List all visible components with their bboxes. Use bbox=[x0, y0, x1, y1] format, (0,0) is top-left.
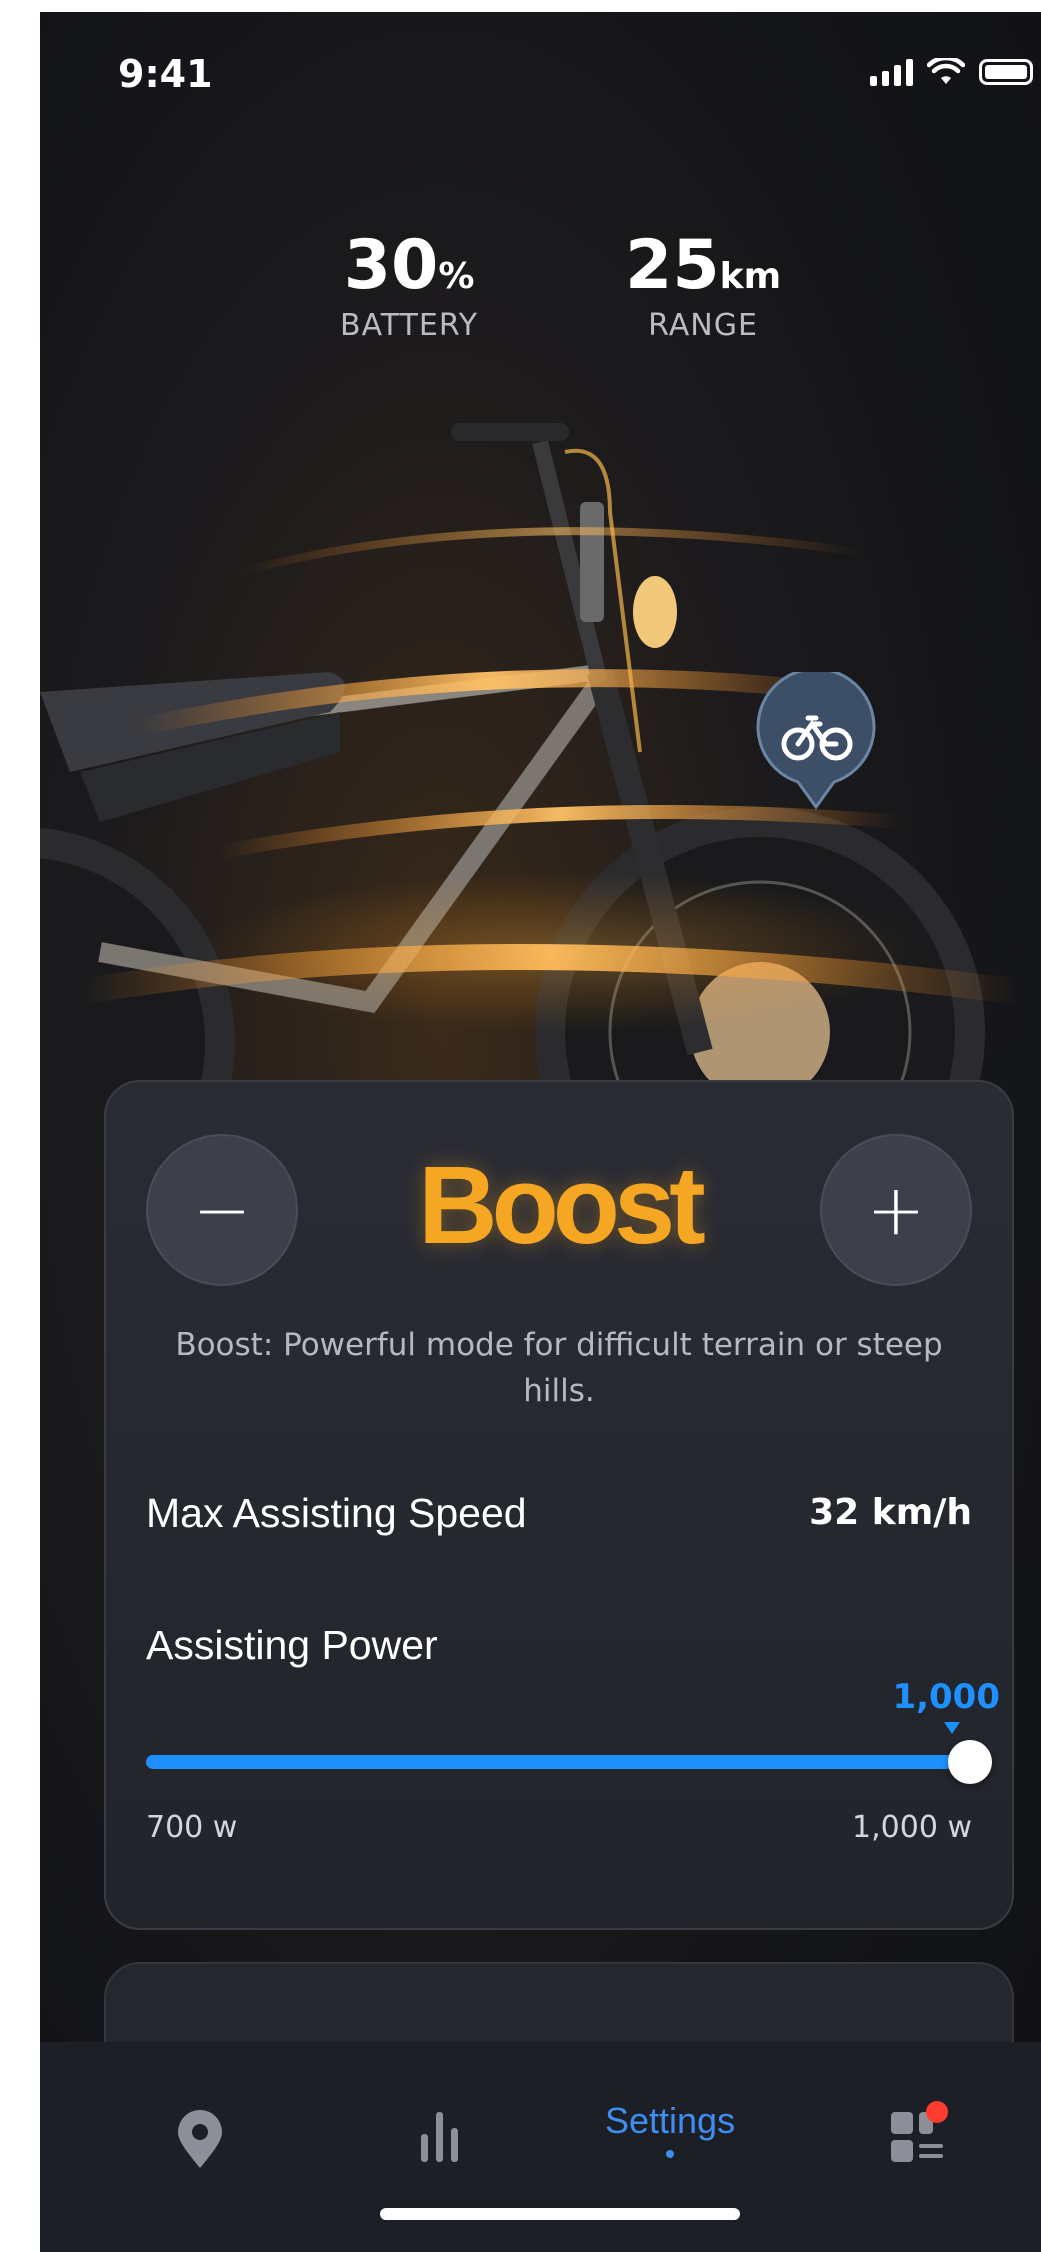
range-stat: 25km RANGE bbox=[625, 232, 782, 344]
bike-location-marker[interactable] bbox=[756, 672, 876, 812]
signal-icon bbox=[870, 58, 913, 86]
battery-label: BATTERY bbox=[340, 308, 479, 343]
power-slider-value: 1,000 bbox=[892, 1677, 1000, 1717]
range-label: RANGE bbox=[648, 308, 758, 343]
mode-card: − Boost + Boost: Powerful mode for diffi… bbox=[104, 1080, 1014, 1930]
tab-settings[interactable]: Settings bbox=[605, 2100, 735, 2158]
status-time: 9:41 bbox=[118, 52, 213, 96]
slider-caret-icon bbox=[944, 1722, 960, 1734]
range-value: 25 bbox=[625, 226, 720, 305]
power-slider-thumb[interactable] bbox=[948, 1740, 992, 1784]
assisting-power-label: Assisting Power bbox=[146, 1622, 438, 1668]
ebike-illustration bbox=[40, 423, 1022, 1172]
power-max-label: 1,000 w bbox=[852, 1810, 972, 1845]
mode-description: Boost: Powerful mode for difficult terra… bbox=[175, 1327, 943, 1409]
battery-value: 30 bbox=[343, 226, 439, 305]
apps-icon[interactable] bbox=[885, 2098, 955, 2168]
home-indicator bbox=[380, 2208, 740, 2220]
range-unit: km bbox=[719, 256, 782, 297]
tab-bar: Settings bbox=[40, 2042, 1041, 2252]
increase-mode-button[interactable]: + bbox=[820, 1134, 972, 1286]
battery-unit: % bbox=[438, 256, 475, 297]
max-speed-label: Max Assisting Speed bbox=[146, 1490, 527, 1536]
tab-settings-label: Settings bbox=[605, 2100, 736, 2141]
max-speed-value: 32 km/h bbox=[809, 1492, 972, 1533]
phone-screen: 9:41 30% BATTERY 25km RANGE − Boost + Bo… bbox=[40, 12, 1041, 2252]
power-min-label: 700 w bbox=[146, 1810, 238, 1845]
active-tab-indicator bbox=[666, 2150, 675, 2158]
status-icons bbox=[870, 58, 1033, 86]
wifi-icon bbox=[927, 58, 965, 84]
battery-status-icon bbox=[979, 59, 1033, 85]
location-pin-icon[interactable] bbox=[175, 2110, 225, 2170]
battery-stat: 30% BATTERY bbox=[340, 232, 479, 344]
power-slider-track[interactable] bbox=[146, 1755, 972, 1769]
bar-chart-icon[interactable] bbox=[415, 2108, 465, 2164]
notification-badge bbox=[926, 2101, 948, 2123]
